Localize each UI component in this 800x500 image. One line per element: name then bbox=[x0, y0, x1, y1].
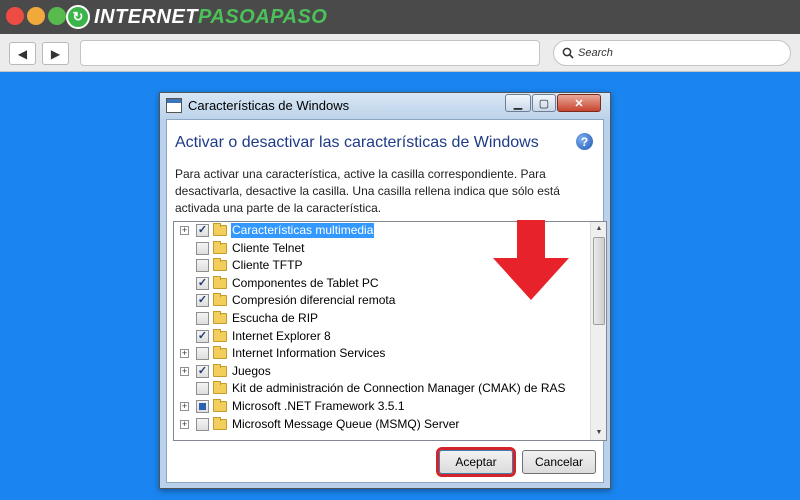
windows-features-dialog: Características de Windows ▁ ▢ ✕ Activar… bbox=[159, 92, 611, 489]
expand-icon[interactable]: + bbox=[180, 366, 189, 376]
dialog-title: Características de Windows bbox=[188, 98, 350, 113]
red-down-arrow-icon bbox=[493, 220, 569, 300]
browser-toolbar: ◀ ▶ Search bbox=[0, 34, 800, 72]
help-icon[interactable]: ? bbox=[576, 133, 593, 150]
maximize-window-button[interactable] bbox=[48, 7, 66, 25]
expand-icon[interactable]: + bbox=[180, 401, 189, 411]
feature-checkbox[interactable] bbox=[196, 311, 209, 325]
feature-label: Microsoft .NET Framework 3.5.1 bbox=[232, 398, 405, 413]
feature-row[interactable]: + ✓ Juegos bbox=[174, 363, 590, 381]
minimize-window-button[interactable] bbox=[27, 7, 45, 25]
folder-icon bbox=[213, 240, 227, 254]
feature-row[interactable]: Kit de administración de Connection Mana… bbox=[174, 380, 590, 398]
feature-label: Juegos bbox=[232, 363, 271, 378]
feature-checkbox[interactable]: ✓ bbox=[196, 276, 209, 290]
dialog-description: Para activar una característica, active … bbox=[175, 167, 560, 215]
scroll-up-icon[interactable]: ▲ bbox=[591, 222, 606, 236]
close-window-button[interactable] bbox=[6, 7, 24, 25]
feature-row[interactable]: + Microsoft .NET Framework 3.5.1 bbox=[174, 398, 590, 416]
dialog-heading: Activar o desactivar las características… bbox=[175, 134, 539, 151]
feature-checkbox[interactable] bbox=[196, 399, 209, 413]
address-bar[interactable] bbox=[80, 40, 540, 66]
folder-icon bbox=[213, 223, 227, 236]
forward-arrow-icon: ▶ bbox=[50, 46, 61, 61]
dialog-content: Activar o desactivar las características… bbox=[166, 119, 607, 483]
logo-text: INTERNETPASOAPASO bbox=[94, 5, 328, 28]
feature-label: Cliente TFTP bbox=[232, 258, 303, 273]
cancel-button[interactable]: Cancelar bbox=[522, 450, 596, 474]
site-logo: ↻ INTERNETPASOAPASO bbox=[66, 4, 327, 30]
minimize-button[interactable]: ▁ bbox=[505, 94, 531, 112]
accept-button[interactable]: Aceptar bbox=[436, 447, 516, 477]
forward-button[interactable]: ▶ bbox=[42, 42, 69, 65]
folder-icon bbox=[213, 275, 227, 289]
folder-icon bbox=[213, 328, 227, 342]
feature-row[interactable]: + Internet Information Services bbox=[174, 345, 590, 363]
search-placeholder: Search bbox=[578, 47, 613, 59]
feature-label: Cliente Telnet bbox=[232, 240, 305, 255]
folder-icon bbox=[213, 293, 227, 307]
feature-label: Características multimedia bbox=[231, 223, 375, 238]
folder-icon bbox=[213, 258, 227, 272]
feature-label: Kit de administración de Connection Mana… bbox=[232, 381, 566, 396]
close-button[interactable]: ✕ bbox=[557, 94, 601, 112]
folder-icon bbox=[213, 363, 227, 377]
logo-icon: ↻ bbox=[66, 5, 90, 29]
feature-checkbox[interactable] bbox=[196, 382, 209, 396]
maximize-icon: ▢ bbox=[538, 97, 550, 110]
feature-row[interactable]: Escucha de RIP bbox=[174, 310, 590, 328]
search-input[interactable]: Search bbox=[553, 40, 791, 66]
feature-label: Escucha de RIP bbox=[232, 310, 319, 325]
folder-icon bbox=[213, 416, 227, 430]
feature-label: Internet Explorer 8 bbox=[232, 328, 331, 343]
feature-row[interactable]: ✓ Internet Explorer 8 bbox=[174, 328, 590, 346]
folder-icon bbox=[213, 381, 227, 395]
feature-label: Internet Information Services bbox=[232, 346, 386, 361]
expand-icon[interactable]: + bbox=[180, 419, 189, 429]
expand-icon[interactable]: + bbox=[180, 226, 189, 235]
feature-checkbox[interactable]: ✓ bbox=[196, 329, 209, 343]
vertical-scrollbar[interactable]: ▲ ▼ bbox=[590, 222, 606, 440]
window-app-icon bbox=[166, 98, 182, 113]
back-arrow-icon: ◀ bbox=[17, 46, 28, 61]
feature-checkbox[interactable]: ✓ bbox=[196, 294, 209, 308]
feature-checkbox[interactable] bbox=[196, 241, 209, 255]
scrollbar-thumb[interactable] bbox=[593, 237, 605, 325]
close-icon: ✕ bbox=[574, 97, 584, 110]
scroll-down-icon[interactable]: ▼ bbox=[591, 426, 606, 440]
folder-icon bbox=[213, 310, 227, 324]
feature-checkbox[interactable] bbox=[196, 259, 209, 273]
dialog-title-bar: Características de Windows ▁ ▢ ✕ bbox=[160, 93, 610, 119]
folder-icon bbox=[213, 398, 227, 412]
feature-row[interactable]: + Microsoft Message Queue (MSMQ) Server bbox=[174, 416, 590, 434]
maximize-button[interactable]: ▢ bbox=[532, 94, 556, 112]
feature-checkbox[interactable] bbox=[196, 417, 209, 431]
feature-label: Componentes de Tablet PC bbox=[232, 275, 379, 290]
minimize-icon: ▁ bbox=[513, 97, 523, 110]
search-icon bbox=[562, 47, 574, 59]
expand-icon[interactable]: + bbox=[180, 349, 189, 359]
feature-checkbox[interactable]: ✓ bbox=[196, 364, 209, 378]
browser-title-bar: ↻ INTERNETPASOAPASO bbox=[0, 0, 800, 34]
feature-checkbox[interactable]: ✓ bbox=[196, 224, 209, 237]
folder-icon bbox=[213, 346, 227, 360]
feature-label: Microsoft Message Queue (MSMQ) Server bbox=[232, 416, 460, 431]
back-button[interactable]: ◀ bbox=[9, 42, 36, 65]
feature-label: Compresión diferencial remota bbox=[232, 293, 396, 308]
feature-checkbox[interactable] bbox=[196, 347, 209, 361]
